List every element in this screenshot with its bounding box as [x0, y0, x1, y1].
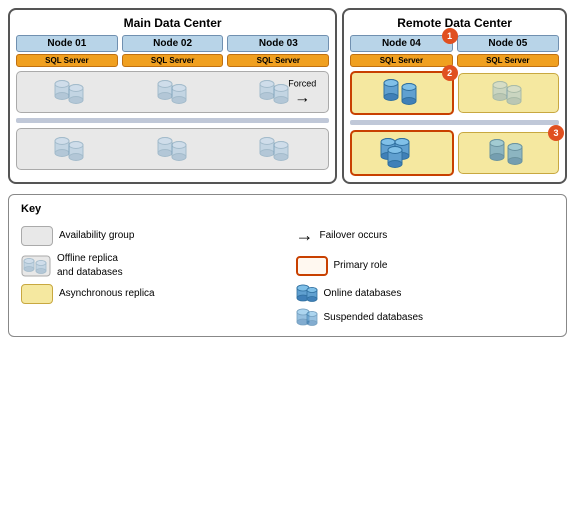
offline-db-icon-node05-r1 — [492, 79, 524, 107]
main-row2-node1-dbs — [21, 135, 119, 163]
node-04-sql: SQL Server — [350, 54, 452, 67]
main-row1-node2-dbs — [123, 78, 221, 106]
main-row1-node1-dbs — [21, 78, 119, 106]
forced-label: Forced — [288, 79, 316, 89]
suspended-db-legend-icon — [296, 308, 318, 328]
node04-row2-primary — [350, 130, 453, 176]
legend-item-async: Asynchronous replica — [21, 284, 280, 304]
main-node-headers: Node 01 SQL Server Node 02 SQL Server No… — [16, 35, 329, 67]
legend-icon-failover: → — [296, 223, 314, 248]
failover-arrow-icon: → — [296, 223, 314, 248]
online-db-icon-node04-r2 — [380, 137, 424, 169]
node-02-sql: SQL Server — [122, 54, 224, 67]
badge-2: 2 — [442, 65, 458, 81]
node-02-col: Node 02 SQL Server — [122, 35, 224, 67]
remote-data-center: Remote Data Center Node 04 1 SQL Server … — [342, 8, 567, 184]
node-01-sql: SQL Server — [16, 54, 118, 67]
legend-icon-ag — [21, 226, 53, 246]
legend-item-primary: Primary role — [296, 252, 555, 280]
main-dc-title: Main Data Center — [16, 16, 329, 30]
node-05-sql: SQL Server — [457, 54, 559, 67]
main-row2-node3-dbs — [226, 135, 324, 163]
main-ag-row1 — [16, 71, 329, 113]
row-separator-2 — [350, 120, 559, 125]
legend-item-suspended: Suspended databases — [296, 308, 555, 328]
online-db-icon-node04-r1 — [383, 78, 421, 108]
legend-text-online: Online databases — [324, 287, 402, 301]
legend-text-suspended: Suspended databases — [324, 311, 424, 325]
legend-icon-suspended — [296, 308, 318, 328]
remote-dc-title: Remote Data Center — [350, 16, 559, 30]
badge-1: 1 — [442, 28, 458, 44]
remote-row1: Forced → 2 — [350, 71, 559, 115]
legend-item-ag: Availability group — [21, 223, 280, 248]
row-separator-1 — [16, 118, 329, 123]
legend-icon-online — [296, 284, 318, 304]
suspended-db-icon-node05-r2 — [489, 138, 527, 168]
legend-item-offline: Offline replicaand databases — [21, 252, 280, 280]
node-03-sql: SQL Server — [227, 54, 329, 67]
node-03-col: Node 03 SQL Server — [227, 35, 329, 67]
node05-row1-async — [458, 73, 559, 113]
node-01-col: Node 01 SQL Server — [16, 35, 118, 67]
remote-node-headers: Node 04 1 SQL Server Node 05 SQL Server — [350, 35, 559, 67]
remote-ag-rows: Forced → 2 — [350, 71, 559, 176]
legend-title: Key — [21, 203, 554, 215]
main-row2-node2-dbs — [123, 135, 221, 163]
legend-icon-async — [21, 284, 53, 304]
legend-item-online: Online databases — [296, 284, 555, 304]
offline-db-icon-1 — [54, 78, 86, 106]
legend-text-primary: Primary role — [334, 259, 388, 273]
legend-icon-primary — [296, 256, 328, 276]
offline-db-icon-3 — [259, 78, 291, 106]
node05-row2-async: 3 — [458, 132, 559, 174]
arrow-right: → — [294, 90, 310, 108]
node04-row1-primary: 2 — [350, 71, 453, 115]
main-ag-rows — [16, 71, 329, 170]
node-04-col: Node 04 1 SQL Server — [350, 35, 452, 67]
offline-db-icon-4 — [54, 135, 86, 163]
legend-item-failover: → Failover occurs — [296, 223, 555, 248]
diagram-container: Main Data Center Node 01 SQL Server Node… — [0, 0, 575, 520]
legend-text-ag: Availability group — [59, 229, 134, 243]
legend: Key Availability group → Failover occurs — [8, 194, 567, 337]
offline-db-icon-5 — [157, 135, 189, 163]
node-01-label: Node 01 — [16, 35, 118, 52]
forced-arrow-area: Forced → — [288, 79, 316, 108]
remote-row2: 3 — [350, 130, 559, 176]
node-05-col: Node 05 SQL Server — [457, 35, 559, 67]
legend-text-offline: Offline replicaand databases — [57, 252, 123, 280]
legend-item-blank — [21, 308, 280, 328]
badge-3: 3 — [548, 125, 564, 141]
node-03-label: Node 03 — [227, 35, 329, 52]
legend-icon-offline — [21, 255, 51, 277]
node-05-label: Node 05 — [457, 35, 559, 52]
offline-db-icon-2 — [157, 78, 189, 106]
legend-text-failover: Failover occurs — [320, 229, 388, 243]
main-ag-row2 — [16, 128, 329, 170]
online-db-legend-icon — [296, 284, 318, 304]
offline-replica-icon — [21, 255, 51, 277]
node-04-label: Node 04 1 — [350, 35, 452, 52]
top-section: Main Data Center Node 01 SQL Server Node… — [8, 8, 567, 184]
legend-text-async: Asynchronous replica — [59, 287, 155, 301]
node-02-label: Node 02 — [122, 35, 224, 52]
offline-db-icon-6 — [259, 135, 291, 163]
